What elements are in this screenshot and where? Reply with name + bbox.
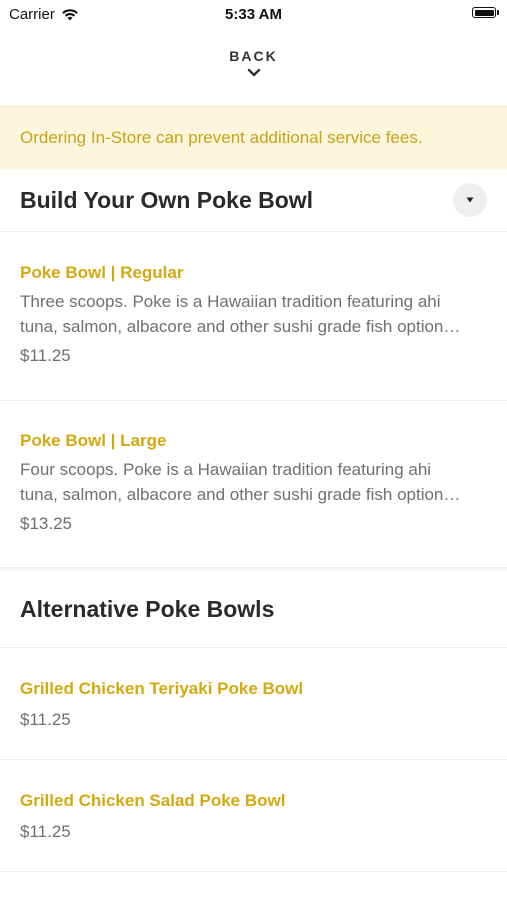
collapse-button[interactable] bbox=[453, 183, 487, 217]
back-button[interactable]: BACK bbox=[0, 28, 507, 106]
caret-down-icon bbox=[466, 197, 474, 203]
item-name: Grilled Chicken Teriyaki Poke Bowl bbox=[20, 679, 304, 698]
menu-item-grilled-chicken-teriyaki[interactable]: Grilled Chicken Teriyaki Poke Bowl $11.2… bbox=[0, 648, 507, 760]
section-title: Alternative Poke Bowls bbox=[20, 595, 275, 622]
item-description: Three scoops. Poke is a Hawaiian traditi… bbox=[20, 289, 487, 339]
item-name: Poke Bowl | Large bbox=[20, 431, 167, 450]
chevron-down-icon bbox=[247, 68, 260, 77]
section-title: Build Your Own Poke Bowl bbox=[20, 186, 314, 213]
item-description-line: tuna, salmon, albacore and other sushi g… bbox=[20, 317, 461, 336]
status-time: 5:33 AM bbox=[225, 6, 282, 23]
item-description: Four scoops. Poke is a Hawaiian traditio… bbox=[20, 457, 487, 507]
menu-item-poke-bowl-regular[interactable]: Poke Bowl | Regular Three scoops. Poke i… bbox=[0, 232, 507, 401]
item-description-line: Three scoops. Poke is a Hawaiian traditi… bbox=[20, 292, 441, 311]
back-label: BACK bbox=[229, 48, 278, 64]
item-name: Grilled Chicken Salad Poke Bowl bbox=[20, 791, 286, 810]
item-price: $11.25 bbox=[20, 710, 71, 729]
battery-icon bbox=[472, 7, 499, 18]
section-header-build-your-own[interactable]: Build Your Own Poke Bowl bbox=[0, 169, 507, 232]
in-store-banner: Ordering In-Store can prevent additional… bbox=[0, 106, 507, 169]
item-price: $11.25 bbox=[20, 346, 71, 365]
item-price: $13.25 bbox=[20, 514, 72, 533]
item-description-line: Four scoops. Poke is a Hawaiian traditio… bbox=[20, 460, 432, 479]
menu-item-poke-bowl-large[interactable]: Poke Bowl | Large Four scoops. Poke is a… bbox=[0, 401, 507, 568]
item-price: $11.25 bbox=[20, 822, 71, 841]
section-header-alternative: Alternative Poke Bowls bbox=[0, 571, 507, 648]
banner-text: Ordering In-Store can prevent additional… bbox=[20, 128, 423, 147]
status-bar: Carrier 5:33 AM bbox=[0, 0, 507, 28]
item-name: Poke Bowl | Regular bbox=[20, 263, 184, 282]
item-description-line: tuna, salmon, albacore and other sushi g… bbox=[20, 485, 461, 504]
menu-item-grilled-chicken-salad[interactable]: Grilled Chicken Salad Poke Bowl $11.25 bbox=[0, 760, 507, 872]
